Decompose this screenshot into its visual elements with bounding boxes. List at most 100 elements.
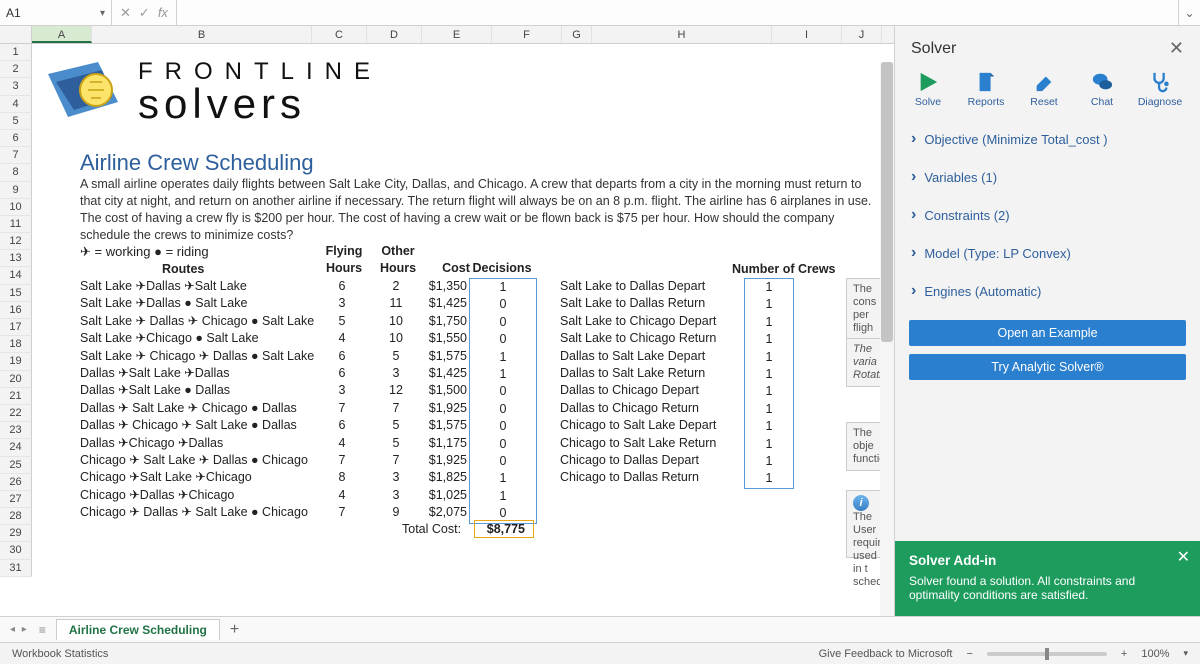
row-header[interactable]: 7 [0,147,32,164]
row-header[interactable]: 14 [0,267,32,284]
row-header[interactable]: 27 [0,491,32,508]
status-bar: Workbook Statistics Give Feedback to Mic… [0,642,1200,664]
col-head-hours2: Hours [368,261,428,275]
col-header[interactable]: E [422,26,492,43]
cost-col: $1,350$1,425$1,750$1,550$1,575$1,425$1,5… [407,278,467,522]
vertical-scrollbar[interactable] [880,62,894,616]
logo: FRONTLINE solvers [48,58,382,128]
spreadsheet-grid[interactable]: ABCDEFGHIJ 12345678910111213141516171819… [0,26,895,616]
logo-text-2: solvers [138,80,382,128]
cancel-icon[interactable]: ✕ [118,5,133,21]
row-header[interactable]: 10 [0,199,32,216]
panel-title: Solver [911,40,956,58]
chat-icon [1090,71,1114,93]
info-icon: i [853,495,869,511]
row-header[interactable]: 16 [0,302,32,319]
add-sheet-icon[interactable]: + [230,621,239,639]
row-header[interactable]: 23 [0,422,32,439]
row-header[interactable]: 31 [0,560,32,577]
zoom-minus-icon[interactable]: − [966,648,972,660]
notif-title: Solver Add-in [909,553,1186,568]
panel-toolbar: Solve Reports Reset Chat Diagnose [895,65,1200,118]
feedback-link[interactable]: Give Feedback to Microsoft [819,648,953,660]
document-icon [974,71,998,93]
row-header[interactable]: 22 [0,405,32,422]
formula-input[interactable] [177,0,1178,25]
row-header[interactable]: 9 [0,182,32,199]
flights-list: Salt Lake to Dallas DepartSalt Lake to D… [560,278,716,487]
total-cost-value: $8,775 [474,520,534,538]
col-header[interactable]: D [367,26,422,43]
col-header[interactable]: F [492,26,562,43]
fx-icon[interactable]: fx [156,5,170,20]
sheet-tab[interactable]: Airline Crew Scheduling [56,619,220,640]
col-header[interactable]: I [772,26,842,43]
notif-close-icon[interactable]: ✕ [1177,547,1190,567]
sheet-tab-strip: ◂ ▸ ≡ Airline Crew Scheduling + [0,616,1200,642]
row-header[interactable]: 17 [0,319,32,336]
row-header[interactable]: 28 [0,508,32,525]
row-header[interactable]: 15 [0,285,32,302]
solver-panel: Solver ✕ Solve Reports Reset Chat Di [895,26,1200,616]
row-header[interactable]: 4 [0,96,32,113]
row-header[interactable]: 1 [0,44,32,61]
zoom-value[interactable]: 100% [1141,648,1169,660]
row-header[interactable]: 24 [0,439,32,456]
close-icon[interactable]: ✕ [1169,38,1184,59]
acc-model[interactable]: Model (Type: LP Convex) [895,234,1200,272]
reset-button[interactable]: Reset [1021,71,1067,108]
routes-list: Salt Lake ✈Dallas ✈Salt LakeSalt Lake ✈D… [80,278,314,522]
row-header[interactable]: 11 [0,216,32,233]
row-header[interactable]: 20 [0,371,32,388]
chat-button[interactable]: Chat [1079,71,1125,108]
zoom-slider[interactable] [987,652,1107,656]
notif-message: Solver found a solution. All constraints… [909,574,1186,602]
row-header[interactable]: 29 [0,525,32,542]
col-header[interactable]: H [592,26,772,43]
col-header[interactable]: J [842,26,882,43]
name-box-value: A1 [6,6,21,20]
col-header[interactable]: G [562,26,592,43]
zoom-chevron-icon[interactable]: ▾ [1183,648,1188,659]
acc-objective[interactable]: Objective (Minimize Total_cost ) [895,120,1200,158]
status-left[interactable]: Workbook Statistics [12,648,108,660]
chevron-down-icon[interactable]: ▾ [100,8,105,19]
row-header[interactable]: 12 [0,233,32,250]
row-header[interactable]: 5 [0,113,32,130]
diagnose-button[interactable]: Diagnose [1137,71,1183,108]
zoom-plus-icon[interactable]: + [1121,648,1127,660]
row-header[interactable]: 18 [0,336,32,353]
row-header[interactable]: 2 [0,61,32,78]
col-head-numcrews: Number of Crews [732,262,836,276]
tab-nav-icons[interactable]: ◂ ▸ [10,624,29,635]
col-header[interactable]: B [92,26,312,43]
open-example-button[interactable]: Open an Example [909,320,1186,346]
row-header[interactable]: 19 [0,353,32,370]
enter-icon[interactable]: ✓ [137,5,152,21]
eraser-icon [1032,71,1056,93]
col-head-flying: Flying [314,244,374,258]
all-sheets-icon[interactable]: ≡ [39,623,46,637]
reports-button[interactable]: Reports [963,71,1009,108]
col-head-routes: Routes [162,262,204,276]
row-header[interactable]: 30 [0,542,32,559]
row-header[interactable]: 13 [0,250,32,267]
name-box[interactable]: A1 ▾ [0,0,112,25]
row-header[interactable]: 21 [0,388,32,405]
row-header[interactable]: 8 [0,164,32,181]
row-header[interactable]: 6 [0,130,32,147]
expand-formula-bar-icon[interactable]: ⌄ [1178,0,1200,25]
col-header[interactable]: A [32,26,92,43]
row-header[interactable]: 26 [0,474,32,491]
stethoscope-icon [1148,71,1172,93]
row-header[interactable]: 3 [0,78,32,95]
col-header[interactable]: C [312,26,367,43]
acc-variables[interactable]: Variables (1) [895,158,1200,196]
try-analytic-button[interactable]: Try Analytic Solver® [909,354,1186,380]
row-header[interactable]: 25 [0,457,32,474]
description: A small airline operates daily flights b… [80,176,880,244]
acc-engines[interactable]: Engines (Automatic) [895,272,1200,310]
acc-constraints[interactable]: Constraints (2) [895,196,1200,234]
formula-bar: A1 ▾ ✕ ✓ fx ⌄ [0,0,1200,26]
solve-button[interactable]: Solve [905,71,951,108]
